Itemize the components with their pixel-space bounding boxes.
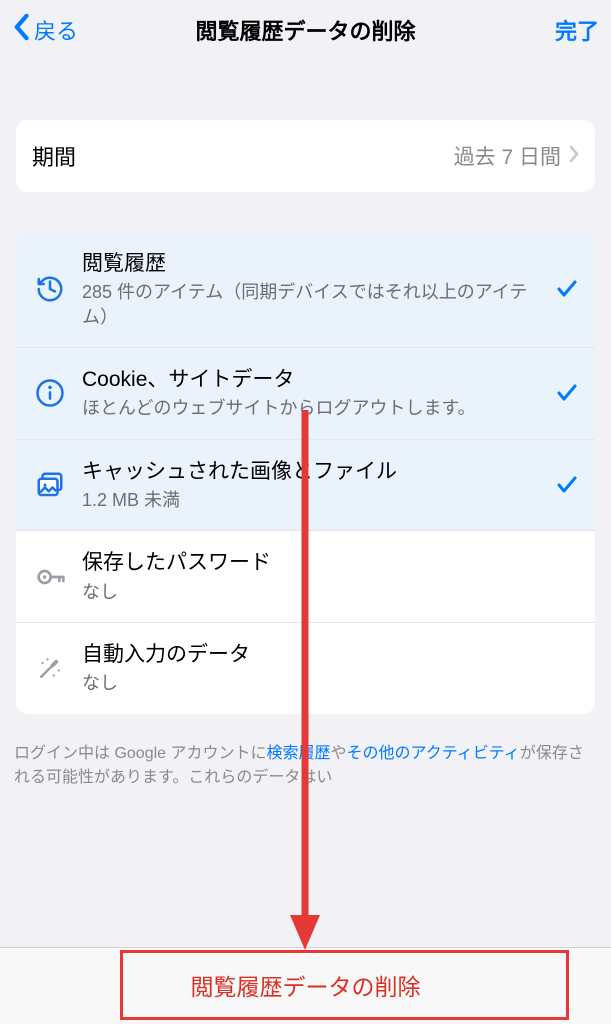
- page-title: 閲覧履歴データの削除: [195, 14, 415, 46]
- row-cookies[interactable]: Cookie、サイトデータ ほとんどのウェブサイトからログアウトします。: [16, 348, 595, 440]
- row-cache[interactable]: キャッシュされた画像とファイル 1.2 MB 未満: [16, 440, 595, 532]
- row-autofill[interactable]: 自動入力のデータ なし: [16, 623, 595, 714]
- back-button[interactable]: 戻る: [12, 13, 78, 47]
- passwords-sub: なし: [82, 580, 579, 604]
- chevron-left-icon: [12, 13, 34, 47]
- check-icon: [551, 473, 579, 497]
- history-icon: [32, 271, 68, 307]
- passwords-title: 保存したパスワード: [82, 549, 579, 577]
- check-icon: [551, 277, 579, 301]
- info-icon: [32, 375, 68, 411]
- period-value: 過去 7 日間: [454, 141, 561, 171]
- wand-icon: [32, 650, 68, 686]
- images-icon: [32, 467, 68, 503]
- search-history-link[interactable]: 検索履歴: [267, 745, 331, 762]
- period-section: 期間 過去 7 日間: [16, 120, 595, 192]
- autofill-title: 自動入力のデータ: [82, 641, 579, 669]
- cookies-sub: ほとんどのウェブサイトからログアウトします。: [82, 396, 551, 420]
- footer-text-2: や: [331, 745, 347, 762]
- footer-text-1: ログイン中は Google アカウントに: [14, 745, 267, 762]
- footer-note: ログイン中は Google アカウントに検索履歴やその他のアクティビティが保存さ…: [14, 742, 597, 790]
- history-title: 閲覧履歴: [82, 250, 551, 278]
- chevron-right-icon: [569, 145, 579, 168]
- key-icon: [32, 559, 68, 595]
- check-icon: [551, 381, 579, 405]
- row-passwords[interactable]: 保存したパスワード なし: [16, 531, 595, 623]
- cache-sub: 1.2 MB 未満: [82, 488, 551, 512]
- cache-title: キャッシュされた画像とファイル: [82, 458, 551, 486]
- data-types-section: 閲覧履歴 285 件のアイテム（同期デバイスではそれ以上のアイテム） Cooki…: [16, 232, 595, 714]
- header: 戻る 閲覧履歴データの削除 完了: [0, 0, 611, 60]
- period-row[interactable]: 期間 過去 7 日間: [16, 120, 595, 192]
- done-button[interactable]: 完了: [555, 14, 599, 46]
- delete-browsing-data-button[interactable]: 閲覧履歴データの削除: [0, 968, 611, 1002]
- cookies-title: Cookie、サイトデータ: [82, 366, 551, 394]
- delete-bar: 閲覧履歴データの削除: [0, 947, 611, 1024]
- autofill-sub: なし: [82, 671, 579, 695]
- row-browsing-history[interactable]: 閲覧履歴 285 件のアイテム（同期デバイスではそれ以上のアイテム）: [16, 232, 595, 348]
- history-sub: 285 件のアイテム（同期デバイスではそれ以上のアイテム）: [82, 280, 551, 329]
- period-label: 期間: [32, 140, 454, 172]
- back-label: 戻る: [34, 14, 78, 46]
- other-activity-link[interactable]: その他のアクティビティ: [347, 745, 520, 762]
